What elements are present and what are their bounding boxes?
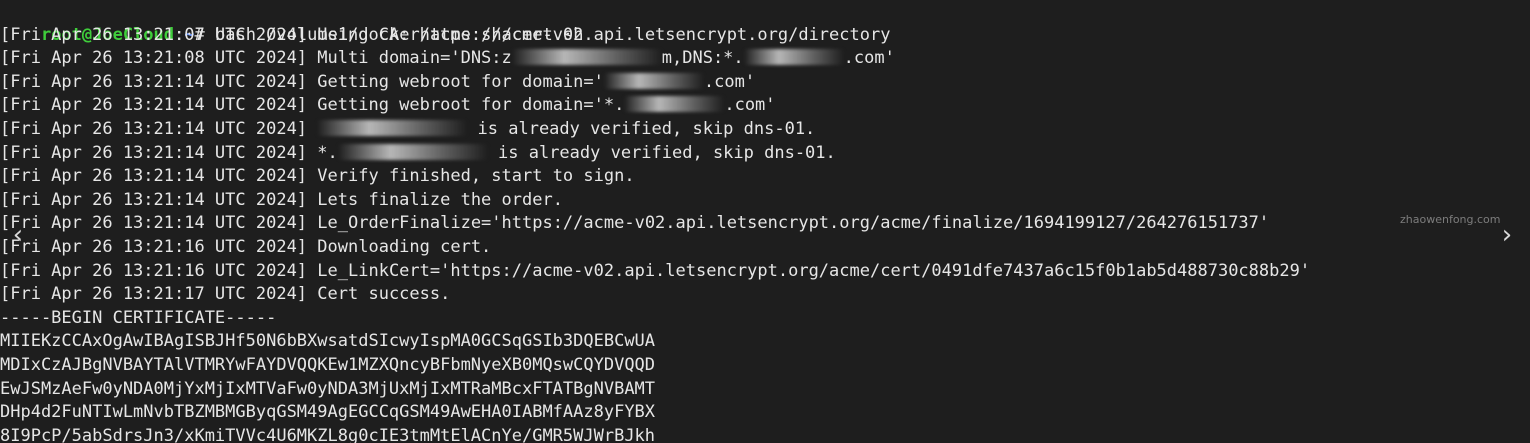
log-message: Multi domain='DNS:z (317, 48, 512, 69)
certificate-line: DHp4d2FuNTIwLmNvbTBZMBMGByqGSM49AgEGCCqG… (0, 402, 656, 423)
log-timestamp: [Fri Apr 26 13:21:14 UTC 2024] (0, 189, 308, 210)
redacted-text (743, 49, 844, 66)
certificate-line: -----BEGIN CERTIFICATE----- (0, 307, 277, 328)
log-message: Getting webroot for domain=' (317, 71, 604, 92)
log-timestamp: [Fri Apr 26 13:21:08 UTC 2024] (0, 48, 308, 69)
certificate-line: MDIxCzAJBgNVBAYTAlVTMRYwFAYDVQQKEw1MZXQn… (0, 355, 656, 375)
watermark-text: zhaowenfong.com (1400, 213, 1501, 226)
log-message: Using CA: https://acme-v02.api.letsencry… (317, 24, 891, 45)
log-timestamp: [Fri Apr 26 13:21:14 UTC 2024] (0, 119, 308, 139)
log-line: [Fri Apr 26 13:21:14 UTC 2024] Le_OrderF… (0, 212, 1269, 236)
log-line: [Fri Apr 26 13:21:14 UTC 2024] Getting w… (0, 94, 776, 118)
certificate-line: EwJSMzAeFw0yNDA0MjYxMjIxMTVaFw0yNDA3MjUx… (0, 378, 656, 399)
prompt-line: root@JoeCloud:~# bash /volume1/docker/ac… (0, 0, 584, 45)
log-timestamp: [Fri Apr 26 13:21:07 UTC 2024] (0, 24, 308, 45)
log-line: [Fri Apr 26 13:21:14 UTC 2024] Verify fi… (0, 165, 635, 189)
log-message-suffix: is already verified, skip dns-01. (487, 142, 836, 163)
certificate-line: 8I9PcP/5abSdrsJn3/xKmiTVVc4U6MKZL8g0cIE3… (0, 425, 656, 443)
log-message: Getting webroot for domain='*. (317, 95, 625, 116)
log-message-suffix: is already verified, skip dns-01. (467, 119, 816, 139)
log-message-suffix: .com' (703, 71, 756, 92)
log-timestamp: [Fri Apr 26 13:21:14 UTC 2024] (0, 166, 308, 187)
terminal-window[interactable]: root@JoeCloud:~# bash /volume1/docker/ac… (0, 0, 1530, 443)
log-message: Cert success. (317, 284, 451, 305)
redacted-text (624, 96, 725, 113)
redacted-text (603, 72, 704, 89)
log-line: [Fri Apr 26 13:21:14 UTC 2024] *. is alr… (0, 142, 836, 166)
log-line: [Fri Apr 26 13:21:14 UTC 2024] Getting w… (0, 71, 755, 95)
log-message-suffix: m,DNS:*. (661, 48, 744, 69)
log-line: [Fri Apr 26 13:21:17 UTC 2024] Cert succ… (0, 283, 450, 307)
log-timestamp: [Fri Apr 26 13:21:17 UTC 2024] (0, 284, 308, 305)
log-message: Downloading cert. (317, 237, 492, 257)
log-line: [Fri Apr 26 13:21:16 UTC 2024] Downloadi… (0, 236, 491, 260)
log-timestamp: [Fri Apr 26 13:21:16 UTC 2024] (0, 237, 308, 257)
previous-arrow-icon[interactable]: ‹ (8, 222, 28, 248)
log-timestamp: [Fri Apr 26 13:21:16 UTC 2024] (0, 260, 308, 281)
log-timestamp: [Fri Apr 26 13:21:14 UTC 2024] (0, 71, 308, 92)
log-line: [Fri Apr 26 13:21:16 UTC 2024] Le_LinkCe… (0, 260, 1310, 284)
log-line: [Fri Apr 26 13:21:14 UTC 2024] is alread… (0, 118, 815, 142)
next-arrow-icon[interactable]: › (1497, 222, 1517, 248)
redacted-text (317, 120, 468, 136)
log-message-suffix: .com' (843, 48, 895, 69)
log-message: *. (317, 142, 338, 163)
log-message: Le_OrderFinalize='https://acme-v02.api.l… (317, 213, 1270, 234)
log-timestamp: [Fri Apr 26 13:21:14 UTC 2024] (0, 213, 308, 234)
log-line: [Fri Apr 26 13:21:07 UTC 2024] Using CA:… (0, 24, 890, 48)
log-message: Lets finalize the order. (317, 189, 563, 210)
certificate-line: MIIEKzCCAxOgAwIBAgISBJHf50N6bBXwsatdSIcw… (0, 331, 656, 352)
log-timestamp: [Fri Apr 26 13:21:14 UTC 2024] (0, 142, 308, 163)
redacted-text (337, 143, 488, 160)
log-line: [Fri Apr 26 13:21:14 UTC 2024] Lets fina… (0, 189, 563, 213)
log-timestamp: [Fri Apr 26 13:21:14 UTC 2024] (0, 95, 308, 116)
redacted-text (511, 49, 662, 66)
log-line: [Fri Apr 26 13:21:08 UTC 2024] Multi dom… (0, 47, 895, 71)
log-message: Le_LinkCert='https://acme-v02.api.letsen… (317, 260, 1311, 281)
log-message-suffix: .com' (724, 95, 776, 116)
log-message: Verify finished, start to sign. (317, 166, 635, 187)
